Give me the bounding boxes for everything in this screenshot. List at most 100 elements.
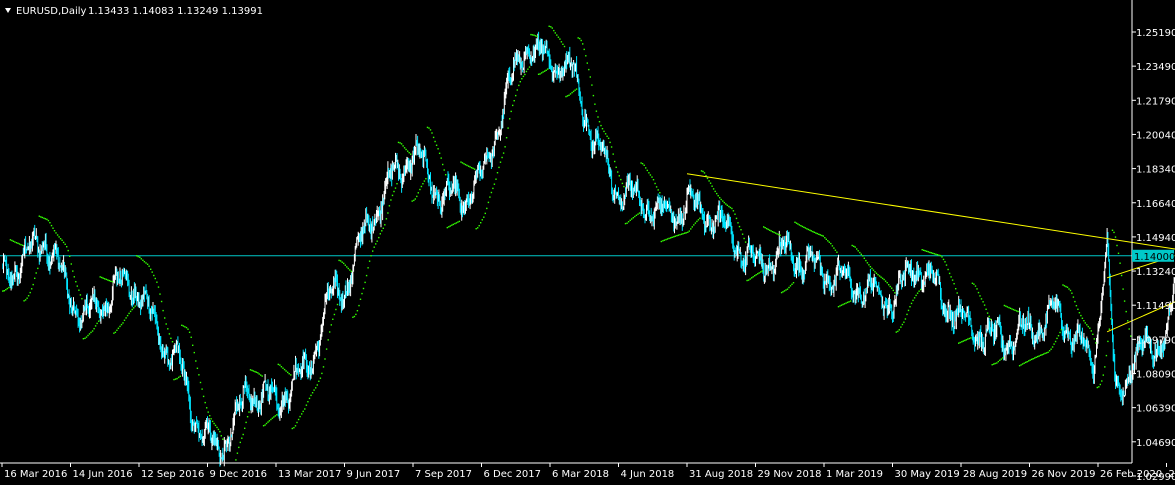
sar-dot [563,45,566,48]
sar-dot [1071,292,1073,294]
sar-dot [442,163,444,166]
sar-dot [352,316,354,318]
sar-dot [862,255,864,257]
sar-dot [866,262,869,264]
sar-dot [702,170,704,173]
sar-dot [598,121,601,123]
sar-dot [531,34,534,36]
sar-dot [199,381,202,384]
sar-dot [198,374,200,376]
sar-dot [607,137,610,139]
sar-dot [945,264,948,266]
trendline-1[interactable] [686,173,1175,252]
sar-dot [996,362,998,364]
sar-dot [277,363,279,366]
sar-dot [184,326,186,328]
sar-dot [699,217,701,219]
sar-dot [102,277,104,279]
sar-dot [754,275,756,277]
sar-dot [222,438,224,440]
sar-dot [1065,285,1067,288]
sar-dot [684,232,686,234]
sar-dot [1025,361,1027,364]
sar-dot [663,239,666,241]
sar-dot [842,303,844,306]
sar-dot [1068,288,1070,290]
sar-dot [38,215,40,217]
sar-dot [291,427,293,430]
sar-dot [579,37,581,40]
triangle-down-icon[interactable] [5,8,11,13]
sar-dot [56,234,59,236]
sar-dot [1116,244,1118,247]
sar-dot [107,279,109,281]
sar-dot [668,237,670,240]
sar-dot [1101,380,1103,382]
time-tick-label: 26 Feb 2020 [1100,469,1162,480]
sar-dot [806,228,808,230]
sar-dot [1066,286,1069,288]
sar-dot [761,270,763,272]
sar-dot [574,89,576,91]
time-tick-label: 26 May 2020 [1169,469,1175,480]
sar-dot [111,281,114,283]
sar-dot [932,252,934,254]
price-chart[interactable]: EURUSD,Daily 1.13433 1.14083 1.13249 1.1… [0,0,1175,485]
sar-dot [910,302,913,305]
sar-dot [671,236,673,238]
sar-dot [1113,231,1115,234]
price-tick-label: 1.23490 [1136,62,1175,73]
trendline-3[interactable] [1106,294,1175,333]
sar-dot [997,360,999,363]
sar-dot [267,421,269,423]
sar-dot [11,239,13,242]
sar-dot [21,244,24,246]
sar-dot [815,232,817,234]
sar-dot [810,230,812,232]
sar-dot [976,288,978,290]
sar-dot [338,259,340,262]
sar-dot [913,297,916,299]
sar-dot [930,252,932,254]
time-tick-label: 9 Dec 2016 [210,469,268,480]
sar-dot [1040,354,1042,356]
sar-dot [693,224,695,226]
plot-area[interactable] [0,25,1175,467]
price-tick-label: 1.04690 [1136,438,1175,449]
sar-dot [188,331,191,333]
sar-dot [347,267,349,270]
sar-dot [766,227,768,230]
sar-dot [951,279,954,281]
time-tick-label: 14 Jun 2016 [73,469,133,480]
sar-dot [393,190,395,193]
sar-dot [942,258,945,261]
sar-dot [712,188,715,190]
sar-dot [794,221,796,223]
sar-dot [706,177,709,180]
sar-dot [344,264,346,266]
sar-dot [818,233,820,235]
sar-dot [891,287,893,289]
sar-dot [1089,327,1091,329]
sar-dot [117,327,120,329]
sar-dot [677,234,680,236]
sar-dot [358,304,360,307]
sar-dot [156,281,158,283]
sar-dot [874,271,876,273]
sar-dot [751,277,753,279]
sar-dot [343,262,345,265]
sar-dot [857,250,859,252]
sar-dot [536,35,538,38]
sar-dot [749,278,751,280]
sar-dot [906,313,908,316]
sar-dot [640,162,642,164]
sar-dot [370,255,372,257]
sar-dot [255,371,257,373]
sar-dot [34,277,36,279]
sar-dot [146,263,149,265]
sar-dot [1032,358,1034,360]
sar-dot [1005,305,1007,307]
sar-dot [220,435,222,437]
sar-dot [638,212,641,214]
chart-window[interactable]: EURUSD,Daily 1.13433 1.14083 1.13249 1.1… [0,0,1175,485]
